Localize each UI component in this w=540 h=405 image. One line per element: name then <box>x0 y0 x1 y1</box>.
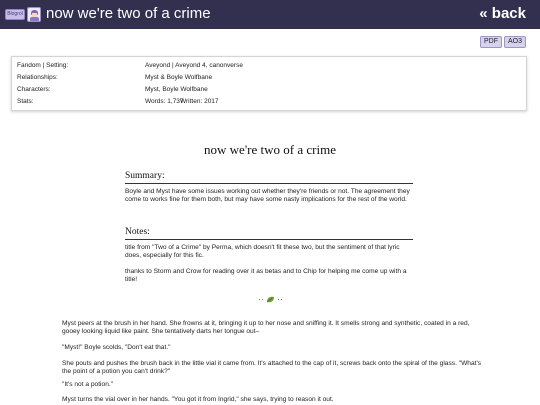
characters-label: Characters: <box>17 86 51 93</box>
logo-badge: Blogrol <box>5 9 25 20</box>
avatar-icon <box>27 7 41 22</box>
top-bar: Blogrol now we're two of a crime « back <box>0 0 540 29</box>
fandom-value: Aveyond | Aveyond 4, canonverse <box>145 62 243 69</box>
relationships-label: Relationships: <box>17 74 58 81</box>
note-paragraph: thanks to Storm and Crow for reading ove… <box>125 268 407 284</box>
section-divider <box>257 295 285 304</box>
word-count: Words: 1,737 <box>145 98 184 105</box>
written-year: Written: 2017 <box>180 98 219 105</box>
work-title: now we're two of a crime <box>204 142 336 157</box>
summary-heading: Summary: <box>125 170 413 184</box>
relationships-value: Myst & Boyle Wolfbane <box>145 74 213 81</box>
metadata-box: Fandom | Setting: Aveyond | Aveyond 4, c… <box>11 56 527 111</box>
characters-value: Myst, Boyle Wolfbane <box>145 86 208 93</box>
ao3-link-button[interactable]: AO3 <box>504 36 527 48</box>
story-paragraph: "It's not a potion." <box>62 381 114 388</box>
fandom-label: Fandom | Setting: <box>17 62 69 69</box>
characters-row: Characters: Myst, Boyle Wolfbane <box>17 85 517 95</box>
story-paragraph: Myst turns the vial over in her hands. "… <box>62 396 334 403</box>
stats-row: Stats: Words: 1,737 Written: 2017 <box>17 97 517 107</box>
relationships-row: Relationships: Myst & Boyle Wolfbane <box>17 73 517 83</box>
story-paragraph: "Myst!" Boyle scolds, "Don't eat that." <box>62 344 171 351</box>
fandom-row: Fandom | Setting: Aveyond | Aveyond 4, c… <box>17 61 517 71</box>
story-paragraph: Myst peers at the brush in her hand. She… <box>62 320 470 336</box>
site-logo[interactable]: Blogrol <box>5 6 42 23</box>
page-title: now we're two of a crime <box>46 5 211 22</box>
notes-heading: Notes: <box>125 226 413 240</box>
summary-text: Boyle and Myst have some issues working … <box>125 188 410 204</box>
story-paragraph: She pouts and pushes the brush back in t… <box>62 360 482 376</box>
stats-label: Stats: <box>17 98 34 105</box>
note-paragraph: title from "Two of a Crime" by Perma, wh… <box>125 244 400 260</box>
leaf-icon <box>266 296 274 303</box>
download-pdf-button[interactable]: PDF <box>480 36 502 48</box>
back-link[interactable]: « back <box>479 4 526 24</box>
